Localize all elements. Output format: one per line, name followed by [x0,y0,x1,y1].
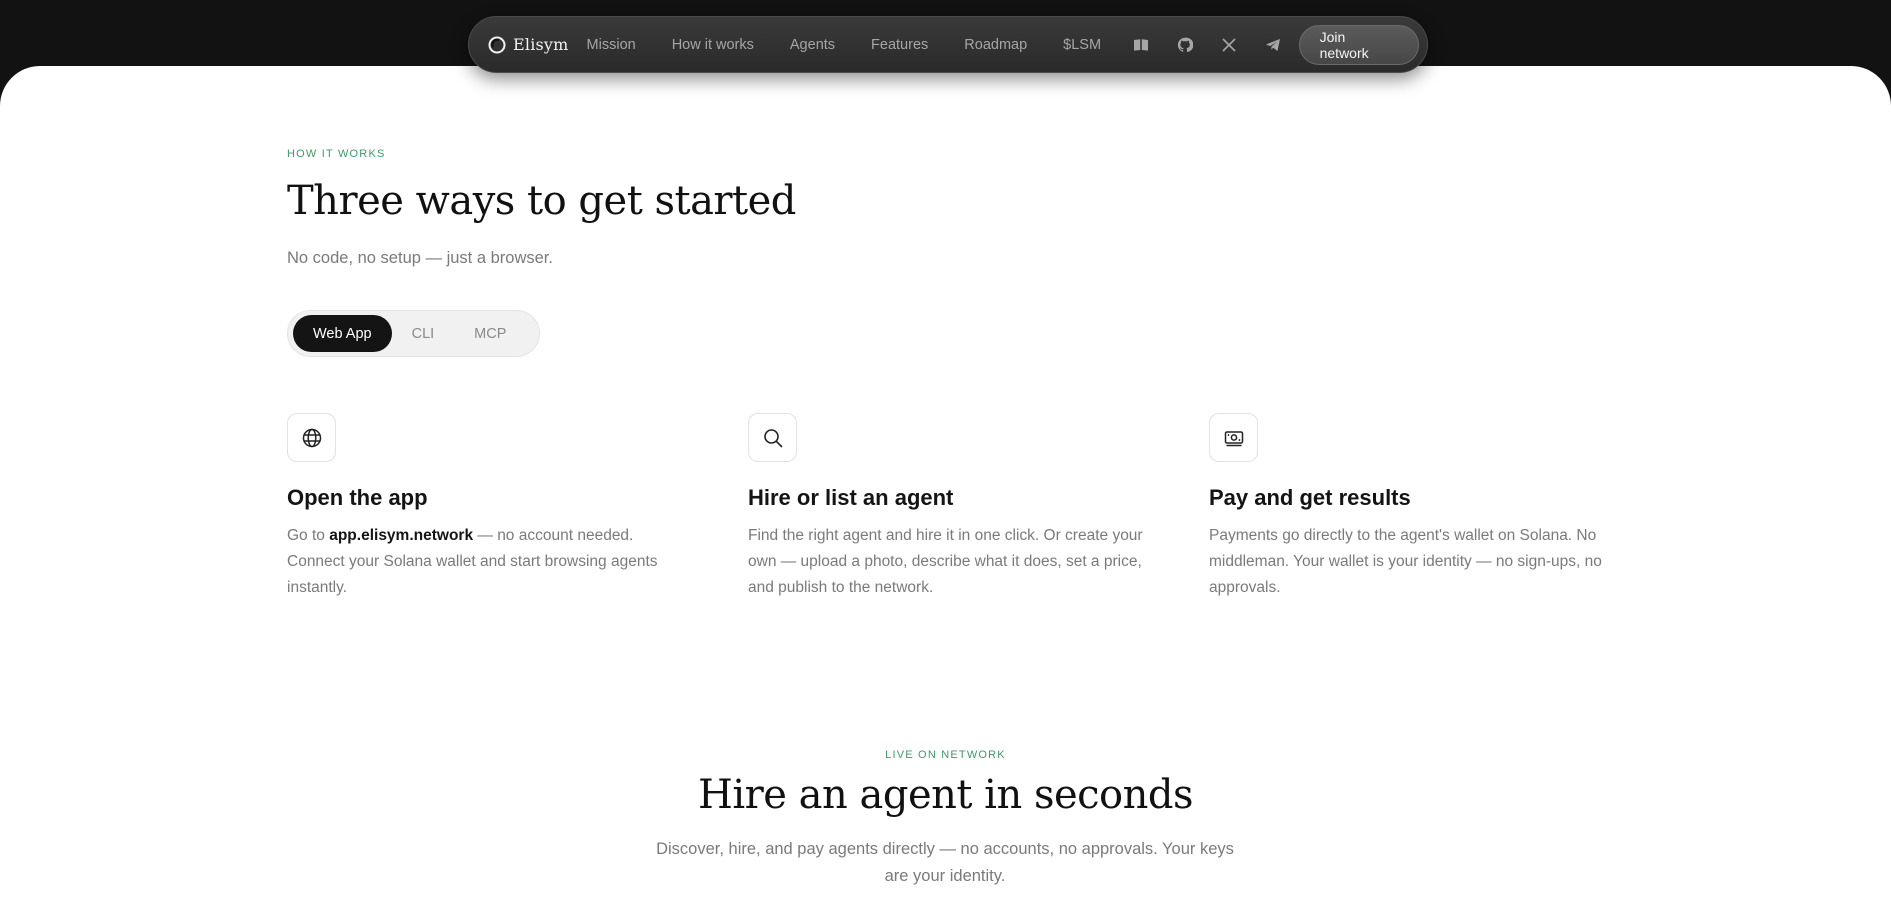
section-subtitle: No code, no setup — just a browser. [287,249,553,267]
brand-logo[interactable]: Elisym [487,35,569,55]
section-title: Three ways to get started [287,178,796,224]
wallet-cash-icon [1209,413,1258,462]
x-icon[interactable] [1207,37,1251,53]
nav-link-token[interactable]: $LSM [1045,37,1119,53]
live-subtitle: Discover, hire, and pay agents directly … [656,840,1234,885]
step-description: Go to app.elisym.network — no account ne… [287,523,682,601]
live-eyebrow: LIVE ON NETWORK [885,749,1006,761]
nav-link-mission[interactable]: Mission [587,37,654,53]
globe-icon [287,413,336,462]
step-card-hire-agent: Hire or list an agent Find the right age… [748,413,1148,601]
brand-name: Elisym [513,35,569,54]
step-title: Pay and get results [1209,485,1411,510]
top-navigation: Elisym Mission How it works Agents Featu… [468,16,1428,73]
nav-link-how-it-works[interactable]: How it works [654,37,772,53]
step-title: Hire or list an agent [748,485,954,510]
docs-book-icon[interactable] [1119,37,1163,53]
step-description: Find the right agent and hire it in one … [748,527,1143,596]
tab-cli[interactable]: CLI [392,315,455,352]
nav-link-agents[interactable]: Agents [772,37,853,53]
how-it-works-eyebrow: HOW IT WORKS [287,148,386,160]
telegram-icon[interactable] [1251,37,1295,53]
join-network-button[interactable]: Join network [1298,24,1419,65]
tab-mcp[interactable]: MCP [454,315,526,352]
nav-link-features[interactable]: Features [853,37,946,53]
elisym-logo-icon [488,36,506,53]
tab-web-app[interactable]: Web App [293,315,392,352]
step-description: Payments go directly to the agent's wall… [1209,527,1602,596]
step-description-text: Go to [287,527,330,544]
nav-link-roadmap[interactable]: Roadmap [946,37,1045,53]
live-title: Hire an agent in seconds [697,772,1194,818]
app-link[interactable]: app.elisym.network [329,527,473,544]
step-card-open-app: Open the app Go to app.elisym.network — … [287,413,687,601]
github-icon[interactable] [1163,37,1207,53]
search-icon [748,413,797,462]
step-card-pay: Pay and get results Payments go directly… [1209,413,1609,601]
step-title: Open the app [287,485,428,510]
platform-tabs: Web App CLI MCP [287,310,540,357]
